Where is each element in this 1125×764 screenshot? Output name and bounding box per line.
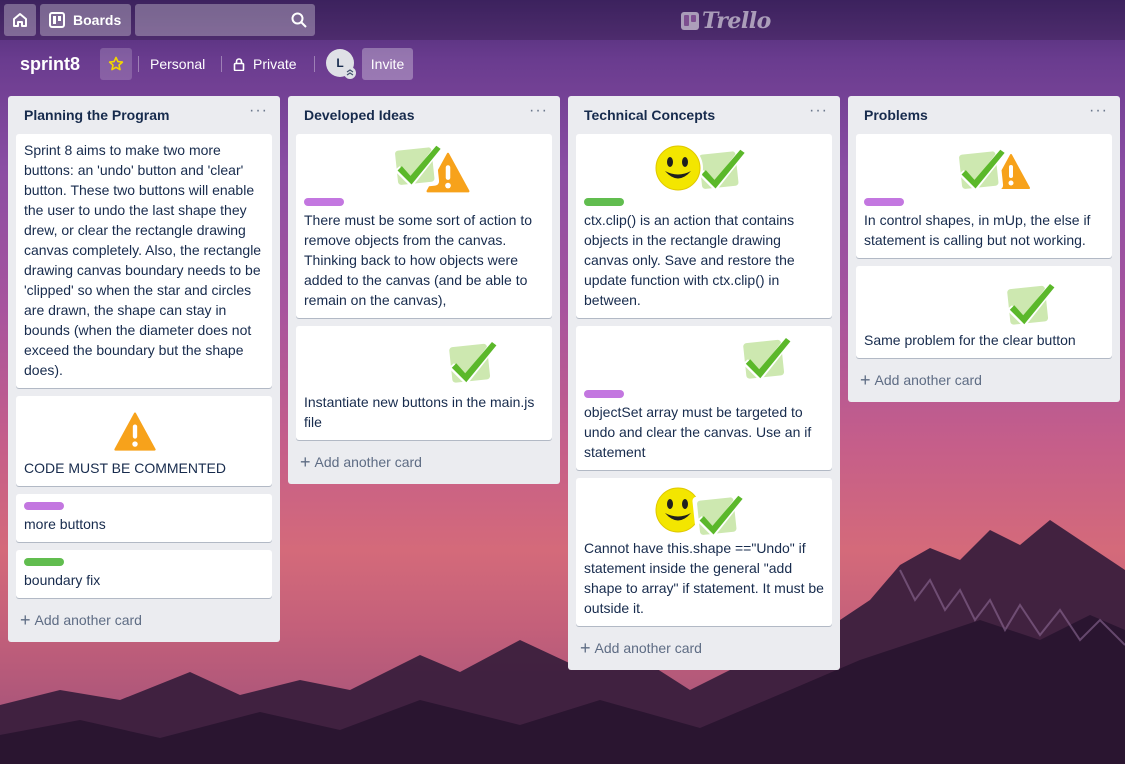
card-label-green[interactable] — [584, 198, 624, 206]
trello-logo[interactable]: Trello — [681, 8, 771, 34]
boards-button[interactable]: Boards — [40, 4, 131, 36]
card-title: Same problem for the clear button — [864, 332, 1076, 348]
trello-logo-text: Trello — [702, 8, 771, 34]
card-stickers — [584, 332, 824, 388]
divider — [314, 56, 315, 72]
plus-icon: + — [860, 370, 871, 390]
card[interactable]: more buttons — [16, 494, 272, 542]
card[interactable]: ctx.clip() is an action that contains ob… — [576, 134, 832, 318]
team-personal-button[interactable]: Personal — [142, 48, 213, 80]
plus-icon: + — [580, 638, 591, 658]
top-header: Boards Trello — [0, 0, 1125, 40]
private-label: Private — [253, 56, 297, 72]
list-title[interactable]: Planning the Program — [24, 107, 169, 123]
star-icon — [108, 56, 124, 71]
card[interactable]: In control shapes, in mUp, the else if s… — [856, 134, 1112, 258]
card-title: Instantiate new buttons in the main.js f… — [304, 394, 535, 430]
add-card-label: Add another card — [594, 640, 702, 656]
list-developed-ideas: Developed Ideas ··· There must be some s… — [288, 96, 560, 484]
card-title: ctx.clip() is an action that contains ob… — [584, 212, 795, 308]
admin-chevron-icon — [344, 67, 356, 79]
card-title: Cannot have this.shape =="Undo" if state… — [584, 540, 824, 616]
card-title: In control shapes, in mUp, the else if s… — [864, 212, 1091, 248]
card-stickers — [584, 484, 824, 540]
card-label-purple[interactable] — [584, 390, 624, 398]
add-card-button[interactable]: + Add another card — [16, 606, 272, 634]
card-title: more buttons — [24, 516, 106, 532]
list-header: Developed Ideas ··· — [288, 96, 560, 134]
add-card-button[interactable]: + Add another card — [576, 634, 832, 662]
card[interactable]: Same problem for the clear button — [856, 266, 1112, 358]
add-card-button[interactable]: + Add another card — [856, 366, 1112, 394]
divider — [221, 56, 222, 72]
list-planning: Planning the Program ··· Sprint 8 aims t… — [8, 96, 280, 642]
list-title[interactable]: Technical Concepts — [584, 107, 715, 123]
list-problems: Problems ··· In control shapes, in mUp, … — [848, 96, 1120, 402]
card[interactable]: There must be some sort of action to rem… — [296, 134, 552, 318]
smile-sticker-icon — [652, 142, 704, 194]
card[interactable]: Sprint 8 aims to make two more buttons: … — [16, 134, 272, 388]
card-title: objectSet array must be targeted to undo… — [584, 404, 812, 460]
avatar-initial: L — [336, 56, 344, 70]
invite-button[interactable]: Invite — [362, 48, 413, 80]
home-button[interactable] — [4, 4, 36, 36]
card-stickers — [584, 140, 824, 196]
card[interactable]: CODE MUST BE COMMENTED — [16, 396, 272, 486]
lock-icon — [233, 57, 245, 71]
list-menu-button[interactable]: ··· — [249, 102, 268, 120]
list-title[interactable]: Problems — [864, 107, 928, 123]
boards-label: Boards — [73, 12, 122, 28]
list-header: Planning the Program ··· — [8, 96, 280, 134]
board-title[interactable]: sprint8 — [12, 48, 88, 80]
card-title: CODE MUST BE COMMENTED — [24, 460, 226, 476]
card-stickers — [24, 402, 264, 458]
card-stickers — [304, 332, 544, 392]
board-header: sprint8 Personal Private L Invite — [0, 40, 1125, 88]
list-header: Problems ··· — [848, 96, 1120, 134]
list-title[interactable]: Developed Ideas — [304, 107, 415, 123]
card[interactable]: boundary fix — [16, 550, 272, 598]
add-card-label: Add another card — [314, 454, 422, 470]
card[interactable]: objectSet array must be targeted to undo… — [576, 326, 832, 470]
check-sticker-icon — [738, 334, 794, 384]
plus-icon: + — [20, 610, 31, 630]
list-technical-concepts: Technical Concepts ··· ctx.clip() is an … — [568, 96, 840, 670]
card[interactable]: Instantiate new buttons in the main.js f… — [296, 326, 552, 440]
card-stickers — [304, 140, 544, 196]
card-label-purple[interactable] — [864, 198, 904, 206]
search-input[interactable] — [135, 4, 315, 36]
check-sticker-icon — [692, 492, 746, 540]
plus-icon: + — [300, 452, 311, 472]
check-sticker-icon — [390, 142, 444, 190]
member-avatar[interactable]: L — [326, 49, 356, 79]
check-sticker-icon — [954, 146, 1008, 194]
card-stickers — [864, 272, 1104, 330]
divider — [138, 56, 139, 72]
list-menu-button[interactable]: ··· — [529, 102, 548, 120]
card-stickers — [864, 140, 1104, 196]
home-icon — [13, 13, 27, 27]
visibility-private-button[interactable]: Private — [225, 48, 305, 80]
add-card-label: Add another card — [34, 612, 142, 628]
card-title: Sprint 8 aims to make two more buttons: … — [24, 142, 262, 378]
search-icon — [291, 12, 307, 28]
check-sticker-icon — [1002, 280, 1058, 330]
card-title: boundary fix — [24, 572, 101, 588]
add-card-button[interactable]: + Add another card — [296, 448, 552, 476]
list-menu-button[interactable]: ··· — [1089, 102, 1108, 120]
trello-logo-icon — [681, 12, 699, 30]
list-menu-button[interactable]: ··· — [809, 102, 828, 120]
add-card-label: Add another card — [874, 372, 982, 388]
check-sticker-icon — [444, 338, 500, 388]
card-title: There must be some sort of action to rem… — [304, 212, 532, 308]
list-header: Technical Concepts ··· — [568, 96, 840, 134]
star-button[interactable] — [100, 48, 132, 80]
card-label-purple[interactable] — [24, 502, 64, 510]
warning-sticker-icon — [108, 406, 162, 456]
boards-icon — [49, 12, 65, 28]
card-label-green[interactable] — [24, 558, 64, 566]
card[interactable]: Cannot have this.shape =="Undo" if state… — [576, 478, 832, 626]
card-label-purple[interactable] — [304, 198, 344, 206]
